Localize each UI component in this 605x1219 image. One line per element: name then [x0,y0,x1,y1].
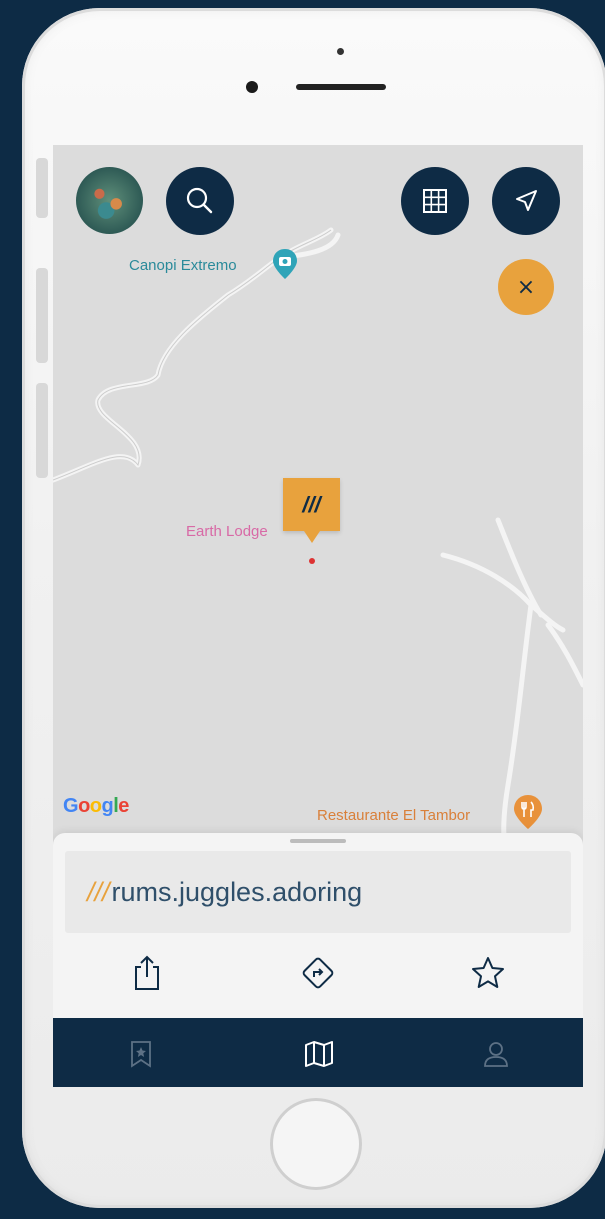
poi-earth-lodge[interactable]: Earth Lodge [186,523,268,540]
marker-slashes: /// [302,491,321,517]
navigation-arrow-icon [516,190,537,211]
poi-restaurante-el-tambor[interactable]: Restaurante El Tambor [317,807,470,824]
volume-down-button [36,383,48,478]
star-icon [472,957,504,988]
app-screen: Canopi Extremo Earth Lodge /// Restauran… [53,145,583,1087]
directions-button[interactable] [296,951,340,995]
bottom-tab-bar [53,1018,583,1087]
grid-icon [423,189,447,213]
tab-map[interactable] [301,1036,337,1072]
search-icon [186,187,213,214]
w3w-slashes: /// [87,876,110,907]
sheet-drag-handle[interactable] [290,839,346,843]
w3w-address: rums.juggles.adoring [111,876,363,907]
favorite-button[interactable] [466,951,510,995]
search-button[interactable] [166,167,234,235]
front-camera [246,81,258,93]
map-view[interactable]: Canopi Extremo Earth Lodge /// Restauran… [53,145,583,845]
location-sheet: /// rums.juggles.adoring [53,833,583,1018]
close-button[interactable]: × [498,259,554,315]
share-icon [135,955,159,990]
close-icon: × [516,274,536,300]
volume-up-button [36,268,48,363]
home-button[interactable] [270,1098,362,1190]
map-icon [305,1041,333,1067]
camera-pin-icon[interactable] [273,249,297,279]
bookmark-icon [131,1041,151,1068]
proximity-sensor [337,48,344,55]
tab-saved[interactable] [123,1036,159,1072]
directions-icon [302,957,334,989]
earpiece-speaker [296,84,386,90]
mute-switch [36,158,48,218]
google-logo: Google [63,795,129,817]
what3words-marker[interactable]: /// [283,478,340,531]
locate-button[interactable] [492,167,560,235]
share-button[interactable] [125,951,169,995]
location-dot [309,558,315,564]
avatar[interactable] [76,167,143,234]
grid-button[interactable] [401,167,469,235]
poi-canopi-extremo[interactable]: Canopi Extremo [129,257,237,274]
profile-icon [484,1042,508,1067]
w3w-address-field[interactable]: /// rums.juggles.adoring [65,851,571,933]
marker-pointer [304,531,320,543]
tab-profile[interactable] [478,1036,514,1072]
restaurant-pin-icon[interactable] [514,795,542,829]
